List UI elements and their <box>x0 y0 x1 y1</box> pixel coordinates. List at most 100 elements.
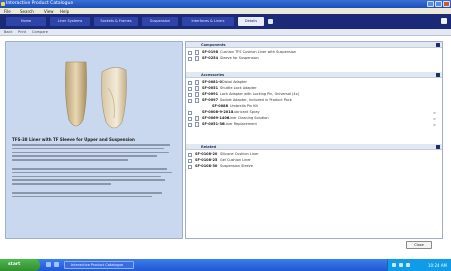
checkbox[interactable] <box>188 158 192 163</box>
start-button[interactable]: start <box>0 259 40 271</box>
item-code: SF-0088 <box>212 104 228 109</box>
checkbox[interactable] <box>188 98 192 103</box>
checkbox[interactable] <box>188 164 192 169</box>
item-description: Suspension Sleeve <box>220 164 253 169</box>
list-item[interactable]: SF-0097 Socket Adapter, Included in Prod… <box>186 98 442 103</box>
taskbar-window-button[interactable]: Interactive Product Catalogue <box>64 261 134 269</box>
document-icon <box>195 50 199 55</box>
item-code: SF-0108-30 <box>195 164 218 169</box>
list-item[interactable]: SF-0091 Lock Adapter with Locking Pin, U… <box>186 92 442 97</box>
tab-suspension[interactable]: Suspension <box>142 17 178 26</box>
menu-search[interactable]: Search <box>20 9 34 14</box>
prosthetic-liner-image <box>65 61 127 129</box>
item-code: SF-0069-1406 <box>202 116 230 121</box>
section-label: Components <box>201 42 226 47</box>
list-item[interactable]: SF-0254 Sleeve for Suspension <box>186 56 442 61</box>
collapse-icon[interactable] <box>436 145 440 149</box>
document-icon <box>195 98 199 103</box>
item-code: SF-0108-25 <box>195 158 218 163</box>
item-code: SF-0097 <box>202 98 218 103</box>
item-description: Lock Adapter with Locking Pin, Universal… <box>220 92 300 97</box>
collapse-icon[interactable] <box>436 43 440 47</box>
back-link[interactable]: Back <box>4 30 13 34</box>
list-item[interactable]: SF-0069-1406 Liner Cleaning Solution > <box>186 116 442 121</box>
print-link[interactable]: Print <box>18 30 26 34</box>
document-icon <box>195 116 199 121</box>
list-item[interactable]: SF-0108-20 Silicone Cushion Liner <box>186 152 442 157</box>
collapse-icon[interactable] <box>436 73 440 77</box>
tab-sockets-frames[interactable]: Sockets & Frames <box>94 17 138 26</box>
list-item[interactable]: SF-0198 Cushion TFS Cushion Liner with S… <box>186 50 442 55</box>
list-item[interactable]: SF-0088 Umbrella Pin Kit <box>186 104 442 109</box>
item-code: SF-0008-9-2010 <box>202 110 234 115</box>
menu-file[interactable]: File <box>4 9 11 14</box>
section-header-related[interactable]: Related <box>186 144 442 150</box>
list-item[interactable]: SF-0081-0 Distal Adapter <box>186 80 442 85</box>
checkbox[interactable] <box>188 92 192 97</box>
item-description: Gel Cushion Liner <box>220 158 251 163</box>
item-description: Sleeve for Suspension <box>220 56 259 61</box>
list-item[interactable]: SF-0051 Shuttle Lock Adapter <box>186 86 442 91</box>
checkbox[interactable] <box>188 86 192 91</box>
window-controls <box>427 0 450 7</box>
item-code: SF-0254 <box>202 56 218 61</box>
tab-strip: Home Liner Systems Sockets & Frames Susp… <box>0 14 451 29</box>
maximize-button[interactable] <box>435 0 442 7</box>
list-item[interactable]: SF-0108-25 Gel Cushion Liner <box>186 158 442 163</box>
checkbox[interactable] <box>188 152 192 157</box>
menu-view[interactable]: View <box>44 9 54 14</box>
close-button[interactable]: Close <box>406 241 432 249</box>
menu-help[interactable]: Help <box>60 9 69 14</box>
quicklaunch-browser-icon[interactable] <box>46 262 51 267</box>
document-icon <box>195 86 199 91</box>
list-item[interactable]: SF-0008-9-2010 Lubricant Spray > <box>186 110 442 115</box>
tab-details[interactable]: Details <box>238 17 264 26</box>
tab-home[interactable]: Home <box>6 17 46 26</box>
expand-arrow-icon[interactable]: > <box>433 111 436 115</box>
taskbar: start Interactive Product Catalogue 10:2… <box>0 259 451 271</box>
section-header-components[interactable]: Components <box>186 42 442 48</box>
section-header-accessories[interactable]: Accessories <box>186 72 442 78</box>
expand-arrow-icon[interactable]: > <box>433 123 436 127</box>
product-detail-pane: TFS-38 Liner with TF Sleeve for Upper an… <box>5 41 183 239</box>
checkbox[interactable] <box>188 110 192 115</box>
close-window-button[interactable] <box>443 0 450 7</box>
product-details-text <box>12 168 177 187</box>
document-icon <box>195 56 199 61</box>
item-description: Umbrella Pin Kit <box>230 104 258 109</box>
item-description: Liner Cleaning Solution <box>228 116 269 121</box>
minimize-button[interactable] <box>427 0 434 7</box>
network-icon[interactable] <box>392 263 396 267</box>
item-code: SF-0091 <box>202 92 218 97</box>
section-label: Accessories <box>201 72 225 77</box>
list-item[interactable]: SF-0108-30 Suspension Sleeve <box>186 164 442 169</box>
compare-link[interactable]: Compare <box>32 30 48 34</box>
item-code: SF-0051 <box>202 86 218 91</box>
system-tray: 10:24 AM <box>387 259 451 271</box>
expand-arrow-icon[interactable]: > <box>433 117 436 121</box>
app-icon <box>1 1 5 6</box>
document-icon <box>195 80 199 85</box>
tab-interfaces[interactable]: Interfaces & Liners <box>182 17 234 26</box>
checkbox[interactable] <box>188 122 192 127</box>
checkbox[interactable] <box>188 56 192 61</box>
window-title-bar[interactable]: Interactive Product Catalogue <box>0 0 451 8</box>
item-description: Silicone Cushion Liner <box>220 152 259 157</box>
section-label: Related <box>201 144 217 149</box>
item-description: Distal Adapter <box>222 80 247 85</box>
security-icon[interactable] <box>406 263 410 267</box>
checkbox[interactable] <box>188 80 192 85</box>
item-description: Lubricant Spray <box>232 110 260 115</box>
volume-icon[interactable] <box>399 263 403 267</box>
list-item[interactable]: SF-0051-36 Liner Replacement > <box>186 122 442 127</box>
document-icon <box>195 92 199 97</box>
close-tab-icon[interactable] <box>441 18 447 24</box>
checkbox[interactable] <box>188 50 192 55</box>
quicklaunch-desktop-icon[interactable] <box>54 262 59 267</box>
clock: 10:24 AM <box>428 262 447 268</box>
tab-liner-systems[interactable]: Liner Systems <box>50 17 90 26</box>
parts-list-pane: Components SF-0198 Cushion TFS Cushion L… <box>185 41 443 239</box>
checkbox[interactable] <box>188 116 192 121</box>
product-title: TFS-38 Liner with TF Sleeve for Upper an… <box>12 137 135 142</box>
new-tab-icon[interactable] <box>268 19 273 24</box>
